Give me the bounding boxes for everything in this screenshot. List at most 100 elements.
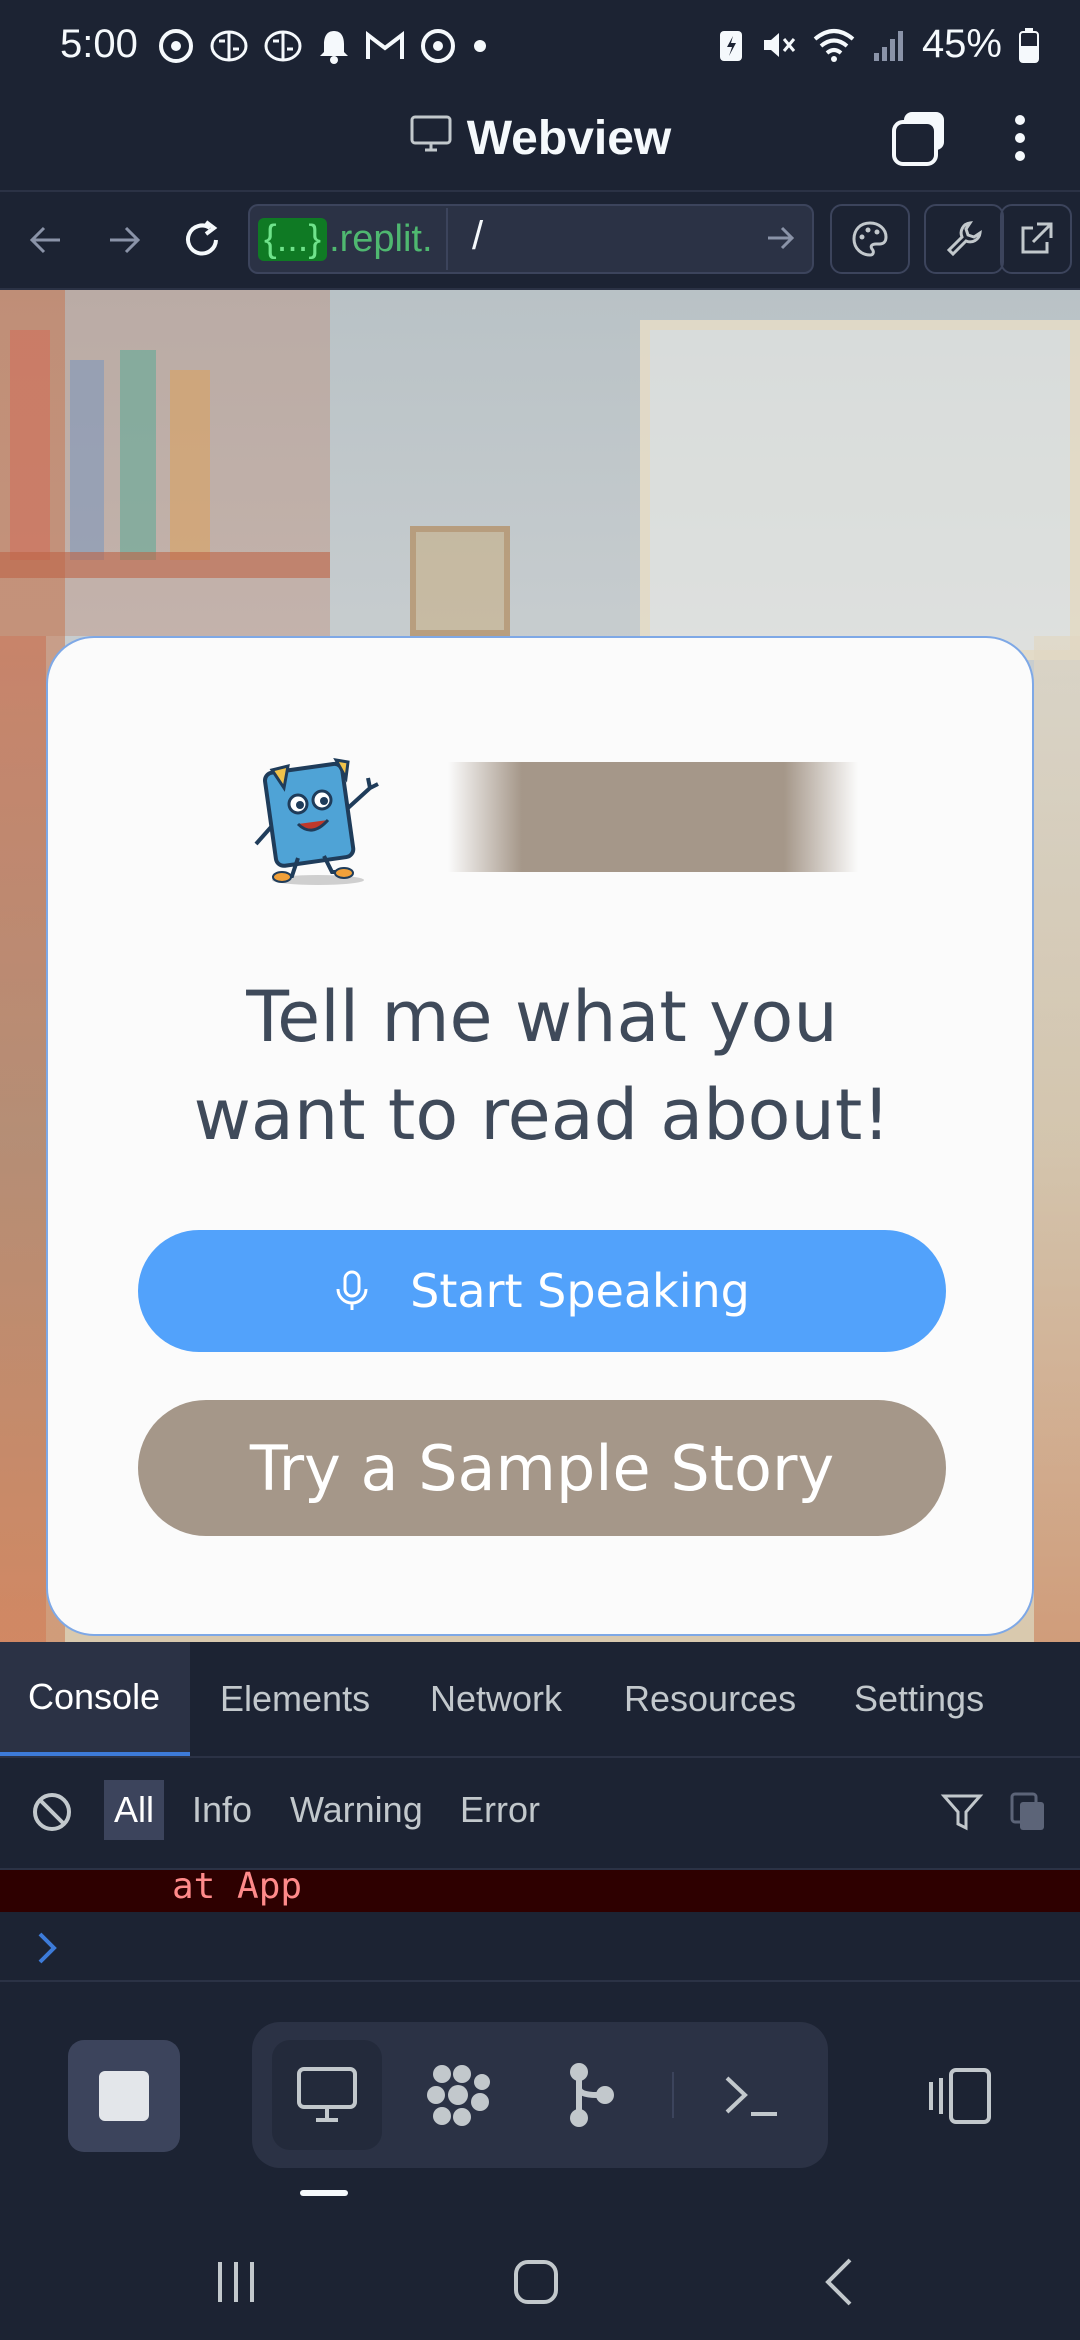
tool-divider xyxy=(672,2072,674,2118)
shelf-board xyxy=(0,552,330,578)
workspace-bottom-bar xyxy=(0,1982,1080,2222)
book-spine xyxy=(120,350,156,560)
tab-network[interactable]: Network xyxy=(402,1642,590,1756)
webview-content: Tell me what you want to read about! Sta… xyxy=(0,290,1080,1642)
back-chevron-icon xyxy=(825,2258,852,2306)
filter-button[interactable] xyxy=(940,1790,984,1834)
tab-console[interactable]: Console xyxy=(0,1642,190,1756)
sample-story-button[interactable]: Try a Sample Story xyxy=(138,1400,946,1536)
notification-icons xyxy=(158,28,488,64)
tool-shell[interactable] xyxy=(696,2040,806,2150)
tabs-icon xyxy=(892,112,944,166)
workspace-icon xyxy=(427,2065,490,2126)
brain-icon xyxy=(210,30,248,62)
tool-git[interactable] xyxy=(538,2040,648,2150)
back-button[interactable] xyxy=(16,210,76,270)
dot-icon xyxy=(474,40,486,52)
redacted-logo-text xyxy=(448,762,858,872)
terminal-icon xyxy=(725,2076,777,2116)
monitor-icon xyxy=(409,111,453,166)
picture-frame xyxy=(410,526,510,636)
status-bar: 5:00 45% xyxy=(0,0,1080,100)
url-divider xyxy=(446,208,448,270)
stop-icon xyxy=(99,2071,149,2121)
status-time: 5:00 xyxy=(60,22,138,66)
url-host: {...} .replit. xyxy=(258,214,433,264)
brain-icon xyxy=(264,30,302,62)
tab-resources[interactable]: Resources xyxy=(596,1642,824,1756)
system-icons: 45% xyxy=(718,22,1040,67)
home-icon xyxy=(514,2260,558,2304)
overflow-menu-button[interactable] xyxy=(1000,108,1040,168)
clear-console-button[interactable] xyxy=(30,1790,74,1834)
window-right-edge xyxy=(1034,636,1080,1642)
start-speaking-button[interactable]: Start Speaking xyxy=(138,1230,946,1352)
forward-arrow-icon xyxy=(110,226,141,254)
url-host-prefix: {...} xyxy=(258,217,328,261)
recent-apps-button[interactable] xyxy=(206,2254,266,2310)
filter-error[interactable]: Error xyxy=(450,1780,550,1840)
mute-icon xyxy=(763,32,796,57)
battery-saver-icon xyxy=(719,30,742,61)
devtools-button[interactable] xyxy=(924,204,1004,274)
tool-webview[interactable] xyxy=(272,2040,382,2150)
back-arrow-icon xyxy=(29,226,60,254)
back-nav-button[interactable] xyxy=(812,2252,872,2312)
layout-switch-button[interactable] xyxy=(920,2040,1000,2152)
home-button[interactable] xyxy=(506,2252,566,2312)
url-host-suffix: .replit. xyxy=(329,217,433,260)
wrench-icon xyxy=(946,221,982,257)
battery-icon xyxy=(1019,27,1039,63)
sample-story-label: Try a Sample Story xyxy=(249,1431,835,1505)
bookshelf-left-edge xyxy=(0,636,46,1642)
bell-icon xyxy=(320,31,348,64)
forward-button[interactable] xyxy=(94,210,154,270)
monitor-icon xyxy=(297,2067,357,2122)
headline: Tell me what you want to read about! xyxy=(88,968,996,1164)
start-speaking-label: Start Speaking xyxy=(410,1264,750,1318)
tabs-button[interactable] xyxy=(890,108,950,168)
git-icon xyxy=(570,2063,614,2127)
url-bar[interactable]: {...} .replit. / xyxy=(248,204,814,274)
webview-navbar: {...} .replit. / xyxy=(0,192,1080,290)
go-button[interactable] xyxy=(760,218,800,258)
active-tool-indicator xyxy=(300,2190,348,2196)
gmail-icon xyxy=(366,31,404,59)
app-header: Webview xyxy=(0,100,1080,192)
tool-workspace[interactable] xyxy=(404,2040,514,2150)
reload-button[interactable] xyxy=(172,210,232,270)
filter-info[interactable]: Info xyxy=(182,1780,262,1840)
signal-icon xyxy=(873,30,903,61)
chrome-icon xyxy=(421,29,455,63)
book-spine xyxy=(10,330,50,560)
copy-button[interactable] xyxy=(1008,1790,1048,1834)
chevron-right-icon xyxy=(38,1932,57,1964)
window-background xyxy=(640,320,1080,660)
tab-settings[interactable]: Settings xyxy=(826,1642,1012,1756)
layout-switch-icon xyxy=(929,2068,991,2124)
open-external-button[interactable] xyxy=(1000,204,1072,274)
filter-warning[interactable]: Warning xyxy=(280,1780,433,1840)
book-spine xyxy=(70,360,104,560)
palette-icon xyxy=(852,221,888,257)
recents-icon xyxy=(218,2262,254,2302)
console-log-row: at App xyxy=(0,1866,1080,1912)
external-link-icon xyxy=(1021,222,1053,254)
console-filter-bar: All Info Warning Error xyxy=(0,1758,1080,1870)
go-arrow-icon xyxy=(768,226,795,250)
copy-icon xyxy=(1010,1792,1044,1830)
battery-percent: 45% xyxy=(921,22,1002,66)
filter-all[interactable]: All xyxy=(104,1780,165,1840)
devtools-panel: Console Elements Network Resources Setti… xyxy=(0,1642,1080,1982)
tool-switcher xyxy=(252,2022,828,2168)
console-log-text: at App xyxy=(172,1866,303,1907)
book-mascot-image xyxy=(248,748,388,888)
url-path-input[interactable]: / xyxy=(472,214,483,259)
console-input-row[interactable] xyxy=(0,1914,1080,1982)
tab-elements[interactable]: Elements xyxy=(192,1642,398,1756)
prompt-card: Tell me what you want to read about! Sta… xyxy=(46,636,1034,1636)
page-title-text: Webview xyxy=(466,111,672,165)
stop-button[interactable] xyxy=(68,2040,180,2152)
theme-button[interactable] xyxy=(830,204,910,274)
block-icon xyxy=(33,1793,71,1831)
